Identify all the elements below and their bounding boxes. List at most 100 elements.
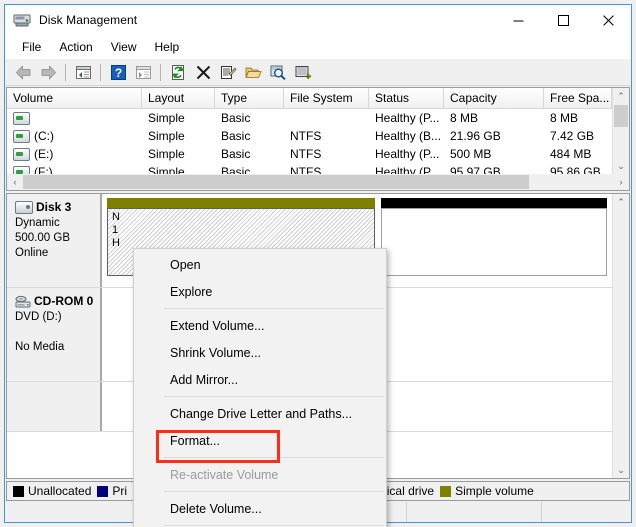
scroll-down-arrow-icon[interactable]: ⌄: [613, 462, 629, 478]
cell-status: Healthy (P...: [375, 147, 440, 161]
volume-list-pane: Volume Layout Type File System Status Ca…: [6, 87, 630, 191]
disk-status: Online: [15, 247, 49, 259]
help-button[interactable]: ?: [106, 61, 130, 83]
scroll-left-arrow-icon[interactable]: ‹: [7, 174, 23, 190]
disk-info-empty: [7, 382, 102, 431]
close-button[interactable]: [586, 5, 631, 35]
search-button[interactable]: [266, 61, 290, 83]
column-header-file-system[interactable]: File System: [284, 88, 369, 108]
forward-button[interactable]: [36, 61, 60, 83]
ctx-reactivate-volume: Re-activate Volume: [170, 467, 279, 482]
table-row[interactable]: (E:) Simple Basic NTFS Healthy (P... 500…: [7, 145, 629, 163]
partition-details: [381, 208, 607, 276]
show-hide-console-tree-button[interactable]: [131, 61, 155, 83]
ctx-add-mirror[interactable]: Add Mirror...: [134, 366, 386, 393]
partition-unallocated[interactable]: [380, 197, 608, 283]
cell-layout: Simple: [148, 111, 185, 125]
disk-management-screenshot: Disk Management File Action View Help ? …: [0, 0, 636, 527]
cell-volume-label: (E:): [34, 147, 54, 161]
open-folder-button[interactable]: [241, 61, 265, 83]
legend-label: Unallocated: [28, 484, 92, 498]
volume-list-hscrollbar[interactable]: ‹ ›: [7, 174, 629, 190]
menu-action[interactable]: Action: [50, 37, 101, 57]
scroll-right-arrow-icon[interactable]: ›: [613, 174, 629, 190]
back-button[interactable]: [11, 61, 35, 83]
partition-color-bar: [107, 198, 375, 208]
disk-capacity: 500.00 GB: [15, 232, 70, 244]
ctx-explore[interactable]: Explore: [134, 278, 386, 305]
help-icon: ?: [110, 64, 126, 80]
status-cell-4: [541, 502, 631, 522]
ctx-shrink-volume[interactable]: Shrink Volume...: [134, 339, 386, 366]
ctx-extend-volume[interactable]: Extend Volume...: [134, 312, 386, 339]
column-header-capacity[interactable]: Capacity: [444, 88, 544, 108]
svg-text:?: ?: [114, 66, 121, 80]
cell-volume: (E:): [7, 147, 142, 161]
ctx-change-drive-letter[interactable]: Change Drive Letter and Paths...: [134, 400, 386, 427]
properties-icon: [220, 65, 236, 79]
properties-button[interactable]: [216, 61, 240, 83]
menu-file[interactable]: File: [13, 37, 50, 57]
scroll-up-arrow-icon[interactable]: ⌃: [613, 194, 629, 210]
cell-capacity: 21.96 GB: [450, 129, 501, 143]
disk-name: CD-ROM 0: [34, 294, 94, 308]
up-one-level-button[interactable]: [71, 61, 95, 83]
column-header-status[interactable]: Status: [369, 88, 444, 108]
toolbar: ?: [5, 59, 631, 86]
context-menu-separator-2: [164, 396, 384, 397]
maximize-button[interactable]: [541, 5, 586, 35]
hscrollbar-track[interactable]: [23, 174, 613, 190]
legend-simple-volume: Simple volume: [440, 484, 534, 498]
cdrom-label: DVD (D:): [15, 311, 62, 323]
legend-label: Simple volume: [455, 484, 534, 498]
legend-unallocated: Unallocated: [13, 484, 91, 498]
table-row[interactable]: (C:) Simple Basic NTFS Healthy (B... 21.…: [7, 127, 629, 145]
legend-label: Pri: [112, 484, 128, 498]
rescan-disks-button[interactable]: [291, 61, 315, 83]
partition-size: 1: [112, 224, 119, 236]
hscrollbar-thumb[interactable]: [23, 175, 529, 189]
context-menu-separator-5: [164, 525, 384, 526]
column-header-type[interactable]: Type: [215, 88, 284, 108]
delete-button[interactable]: [191, 61, 215, 83]
cell-volume: [7, 111, 142, 125]
refresh-button[interactable]: [166, 61, 190, 83]
legend-swatch-simple-volume: [440, 485, 452, 497]
menu-bar: File Action View Help: [5, 35, 631, 59]
scroll-up-arrow-icon[interactable]: ⌃: [613, 88, 629, 104]
scroll-down-arrow-icon[interactable]: ⌄: [613, 158, 629, 174]
vscrollbar-thumb[interactable]: [614, 105, 628, 127]
partition-color-bar: [381, 198, 607, 208]
menu-help[interactable]: Help: [146, 37, 189, 57]
cell-capacity: 500 MB: [450, 147, 492, 161]
ctx-format[interactable]: Format...: [134, 427, 386, 454]
back-icon: [15, 65, 30, 79]
context-menu-separator-4: [164, 491, 384, 492]
up-one-level-icon: [75, 65, 91, 79]
disk-info-disk3[interactable]: Disk 3 Dynamic 500.00 GB Online: [7, 194, 102, 287]
context-menu-separator-1: [164, 308, 384, 309]
menu-view[interactable]: View: [102, 37, 146, 57]
column-header-layout[interactable]: Layout: [142, 88, 215, 108]
hard-disk-icon: [15, 201, 33, 214]
disk-graphic-vscrollbar[interactable]: ⌃ ⌄: [612, 194, 629, 478]
status-cell-3: [406, 502, 541, 522]
table-row[interactable]: Simple Basic Healthy (P... 8 MB 8 MB: [7, 109, 629, 127]
disk-info-cdrom0[interactable]: CD-ROM 0 DVD (D:) No Media: [7, 288, 102, 381]
minimize-button[interactable]: [496, 5, 541, 35]
volume-list-vscrollbar[interactable]: ⌃ ⌄: [612, 88, 629, 174]
disk-management-window: Disk Management File Action View Help ? …: [4, 4, 632, 527]
column-header-volume[interactable]: Volume: [7, 88, 142, 108]
toolbar-separator-1: [65, 63, 66, 81]
cell-volume: (C:): [7, 129, 142, 143]
column-header-free-space[interactable]: Free Spa...: [544, 88, 612, 108]
cell-type: Basic: [221, 129, 251, 143]
title-bar[interactable]: Disk Management: [5, 5, 631, 35]
cell-free-space: 7.42 GB: [550, 129, 595, 143]
rescan-disks-icon: [295, 65, 312, 79]
cdrom-spacer: [15, 325, 94, 340]
legend-swatch-unallocated: [13, 485, 24, 497]
ctx-delete-volume[interactable]: Delete Volume...: [134, 495, 386, 522]
ctx-open[interactable]: Open: [134, 251, 386, 278]
toolbar-separator-3: [160, 63, 161, 81]
